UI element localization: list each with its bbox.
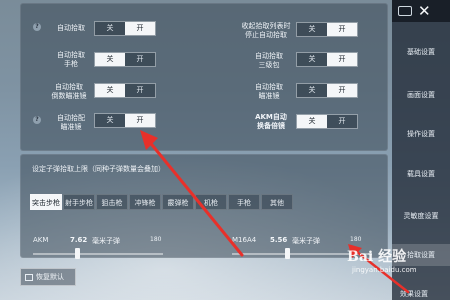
ammo-max: 180 <box>350 236 362 243</box>
toggle-off-option[interactable]: 关 <box>95 22 125 35</box>
toggle-on-option[interactable]: 开 <box>327 84 357 97</box>
toggle-on-option[interactable]: 开 <box>327 53 357 66</box>
slider-handle[interactable] <box>74 248 80 259</box>
toggle-off-option[interactable]: 关 <box>95 53 125 66</box>
sidebar-item-vehicle[interactable]: 载具设置 <box>392 167 450 181</box>
sidebar-item-basic[interactable]: 基础设置 <box>392 45 450 59</box>
row-label: 自动拾取 三级包 <box>255 52 283 69</box>
toggle-stop-pickup-on-collapse[interactable]: 关 开 <box>296 22 358 37</box>
tab-other[interactable]: 其他 <box>261 194 293 210</box>
slider-handle[interactable] <box>285 248 291 259</box>
toggle-auto-attach-scope[interactable]: 关 开 <box>94 113 156 128</box>
restore-label: 恢复默认 <box>36 273 64 281</box>
toggle-off-option[interactable]: 关 <box>297 53 327 66</box>
row-label: 自动拾取 手枪 <box>57 51 85 68</box>
row-label: 自动拾取 倒数瞄准镜 <box>51 83 87 100</box>
row-label: 自动拾配 瞄准镜 <box>57 114 85 131</box>
toggle-off-option[interactable]: 关 <box>95 114 125 127</box>
ammo-slider-akm[interactable] <box>33 253 163 255</box>
sidebar-item-graphics[interactable]: 画面设置 <box>392 88 450 102</box>
row-label: 收起拾取列表时 停止自动拾取 <box>241 22 291 39</box>
weapon-category-tabs: 突击步枪 射手步枪 狙击枪 冲锋枪 霰弹枪 机枪 手枪 其他 <box>30 194 294 210</box>
row-label: 自动拾取 <box>57 24 85 32</box>
toggle-on-option[interactable]: 开 <box>125 53 155 66</box>
tab-pistol[interactable]: 手枪 <box>228 194 260 210</box>
watermark-logo: Bai 经验 <box>347 249 407 265</box>
sidebar-item-sensitivity[interactable]: 灵敏度设置 <box>392 209 450 223</box>
ammo-value: 5.56 <box>270 236 288 244</box>
toggle-auto-pickup[interactable]: 关 开 <box>94 21 156 36</box>
toggle-auto-pickup-scope[interactable]: 关 开 <box>296 83 358 98</box>
sidebar-item-controls[interactable]: 操作设置 <box>392 127 450 141</box>
toggle-off-option[interactable]: 关 <box>95 84 125 97</box>
weapon-name: M16A4 <box>232 236 257 244</box>
restore-default-button[interactable]: 恢复默认 <box>20 268 76 286</box>
tab-shotgun[interactable]: 霰弹枪 <box>162 194 194 210</box>
ammo-max: 180 <box>150 236 162 243</box>
tab-marksman-rifle[interactable]: 射手步枪 <box>63 194 95 210</box>
toggle-auto-pickup-scope-count[interactable]: 关 开 <box>94 83 156 98</box>
toggle-on-option[interactable]: 开 <box>327 23 357 36</box>
watermark-url: jingyan.baidu.com <box>352 266 417 274</box>
toggle-on-option[interactable]: 开 <box>125 84 155 97</box>
tab-sniper-rifle[interactable]: 狙击枪 <box>96 194 128 210</box>
ammo-unit: 毫米子弹 <box>292 237 320 245</box>
sidebar-item-effects[interactable]: 效果设置 <box>400 289 428 299</box>
toggle-on-option[interactable]: 开 <box>327 115 357 128</box>
back-icon[interactable] <box>398 6 412 16</box>
weapon-name: AKM <box>33 236 49 244</box>
tab-machine-gun[interactable]: 机枪 <box>195 194 227 210</box>
ammo-value: 7.62 <box>70 236 88 244</box>
ammo-unit: 毫米子弹 <box>92 237 120 245</box>
toggle-off-option[interactable]: 关 <box>297 115 327 128</box>
toggle-off-option[interactable]: 关 <box>297 84 327 97</box>
toggle-auto-pickup-level3-bag[interactable]: 关 开 <box>296 52 358 67</box>
ammo-section-title: 设定子弹拾取上限（同种子弹数量会叠加） <box>32 165 165 173</box>
row-label: AKM自动 换备倍镜 <box>255 113 287 130</box>
row-label: 自动拾取 瞄准镜 <box>255 83 283 100</box>
toggle-off-option[interactable]: 关 <box>297 23 327 36</box>
toggle-on-option[interactable]: 开 <box>125 114 155 127</box>
tab-smg[interactable]: 冲锋枪 <box>129 194 161 210</box>
tab-assault-rifle[interactable]: 突击步枪 <box>30 194 62 210</box>
toggle-akm-auto-swap-scope[interactable]: 关 开 <box>296 114 358 129</box>
close-icon[interactable]: ✕ <box>418 2 431 20</box>
toggle-auto-pickup-pistol[interactable]: 关 开 <box>94 52 156 67</box>
restore-icon <box>25 273 33 281</box>
toggle-on-option[interactable]: 开 <box>125 22 155 35</box>
